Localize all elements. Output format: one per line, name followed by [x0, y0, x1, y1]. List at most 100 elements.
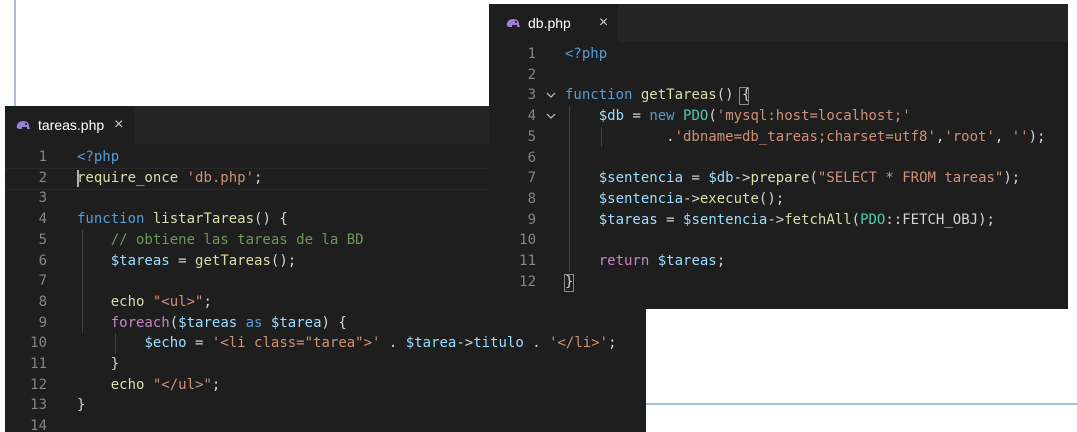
- code-token: execute: [699, 190, 759, 207]
- code-line[interactable]: 13}: [5, 395, 646, 416]
- code-line[interactable]: 8 $sentencia->execute();: [489, 189, 1068, 210]
- code-token: $tareas: [598, 211, 658, 228]
- line-number: 12: [30, 376, 47, 393]
- code-token: ->: [767, 211, 785, 228]
- indent-guide: [569, 106, 570, 272]
- code-text: echo "</ul>";: [77, 375, 221, 396]
- code-token: =: [186, 335, 212, 352]
- code-token: $echo: [144, 335, 187, 352]
- code-token: PDO: [683, 108, 709, 125]
- code-area[interactable]: 1 <?php 2 3 function getTareas() {4 $db = ne…: [489, 42, 1068, 309]
- code-token: $sentencia: [598, 190, 684, 207]
- line-number: 7: [38, 273, 47, 290]
- code-token: ;: [608, 335, 617, 352]
- code-line[interactable]: 4 $db = new PDO('mysql:host=localhost;': [489, 106, 1068, 127]
- code-token: =: [169, 252, 196, 269]
- indent-guide: [82, 229, 83, 334]
- chevron-down-icon[interactable]: [546, 111, 556, 121]
- code-line[interactable]: 1 <?php: [489, 44, 1068, 65]
- code-text: require_once 'db.php';: [77, 168, 262, 189]
- code-line[interactable]: 9 foreach($tareas as $tarea) {: [5, 313, 646, 334]
- code-text: return $tareas;: [565, 251, 725, 272]
- code-token: fetchAll: [784, 211, 852, 228]
- code-token: 'dbname=db_tareas;charset=utf8': [674, 128, 936, 145]
- line-number: 7: [527, 170, 536, 187]
- editor-db-php: db.php × 1 <?php 2 3 function getTareas() {4…: [489, 4, 1068, 309]
- code-token: ();: [270, 252, 297, 269]
- code-line[interactable]: 5 .'dbname=db_tareas;charset=utf8','root…: [489, 127, 1068, 148]
- code-token: 'root': [944, 128, 995, 145]
- code-token: <?php: [77, 149, 120, 165]
- line-number: 9: [38, 314, 47, 331]
- code-line[interactable]: 12 echo "</ul>";: [5, 375, 646, 396]
- code-token: PDO: [860, 211, 886, 228]
- code-token: function: [77, 211, 145, 228]
- code-text: $db = new PDO('mysql:host=localhost;': [565, 106, 911, 127]
- close-icon[interactable]: ×: [114, 116, 123, 134]
- code-token: $db: [598, 108, 625, 125]
- code-token: <?php: [565, 46, 608, 62]
- code-token: $sentencia: [598, 170, 684, 187]
- code-token: $db: [708, 170, 734, 187]
- code-line[interactable]: 10 $echo = '<li class="tarea">' . $tarea…: [5, 333, 646, 354]
- code-token: foreach: [110, 314, 170, 331]
- code-token: as: [245, 314, 263, 331]
- code-line[interactable]: 14: [5, 416, 646, 432]
- code-text: <?php: [77, 147, 119, 168]
- line-number: 10: [30, 335, 47, 352]
- line-number: 11: [30, 356, 47, 372]
- line-number: 11: [519, 253, 536, 269]
- close-icon[interactable]: ×: [599, 14, 608, 32]
- line-number: 3: [527, 87, 536, 104]
- line-number: 3: [38, 190, 47, 207]
- code-token: }: [77, 397, 86, 414]
- code-token: ) {: [321, 314, 347, 331]
- code-line[interactable]: 6: [489, 148, 1068, 169]
- bracket-match-highlight: [739, 87, 749, 106]
- code-line[interactable]: 3 function getTareas() {: [489, 85, 1068, 106]
- code-token: =: [657, 211, 684, 228]
- line-number: 6: [38, 252, 47, 269]
- code-token: (: [851, 211, 861, 228]
- line-number: 4: [527, 108, 536, 125]
- code-token: ::FETCH_OBJ);: [885, 211, 995, 228]
- line-number: 2: [38, 169, 47, 186]
- code-token: ;: [716, 253, 726, 269]
- code-text: $tareas = $sentencia->fetchAll(PDO::FETC…: [565, 210, 995, 231]
- indent-guide: [601, 126, 602, 148]
- code-token: // obtiene las tareas de la BD: [110, 231, 364, 248]
- code-token: function: [565, 87, 633, 104]
- tab-tareas-php[interactable]: tareas.php ×: [5, 106, 134, 144]
- code-line[interactable]: 10: [489, 230, 1068, 251]
- code-token: $tareas: [110, 252, 170, 269]
- code-text: // obtiene las tareas de la BD: [77, 230, 364, 251]
- code-line[interactable]: 9 $tareas = $sentencia->fetchAll(PDO::FE…: [489, 210, 1068, 231]
- code-line[interactable]: 11 }: [5, 354, 646, 375]
- code-text: <?php: [565, 44, 607, 65]
- code-token: $tareas: [657, 253, 717, 269]
- code-line[interactable]: 2: [489, 65, 1068, 86]
- code-text: $echo = '<li class="tarea">' . $tarea->t…: [77, 333, 617, 354]
- code-token: getTareas: [640, 87, 717, 104]
- code-line[interactable]: 11 return $tareas;: [489, 251, 1068, 272]
- text-cursor: [77, 169, 79, 187]
- chevron-down-icon[interactable]: [546, 90, 556, 100]
- code-line[interactable]: 7 $sentencia = $db->prepare("SELECT * FR…: [489, 168, 1068, 189]
- code-token: echo: [110, 293, 145, 310]
- tab-db-php[interactable]: db.php ×: [489, 4, 619, 42]
- code-token: );: [1003, 170, 1021, 187]
- code-token: new: [649, 108, 675, 125]
- code-token: ;: [254, 169, 263, 186]
- code-line[interactable]: 12}: [489, 272, 1068, 293]
- bracket-match-highlight: [564, 273, 574, 292]
- line-number: 10: [519, 232, 536, 249]
